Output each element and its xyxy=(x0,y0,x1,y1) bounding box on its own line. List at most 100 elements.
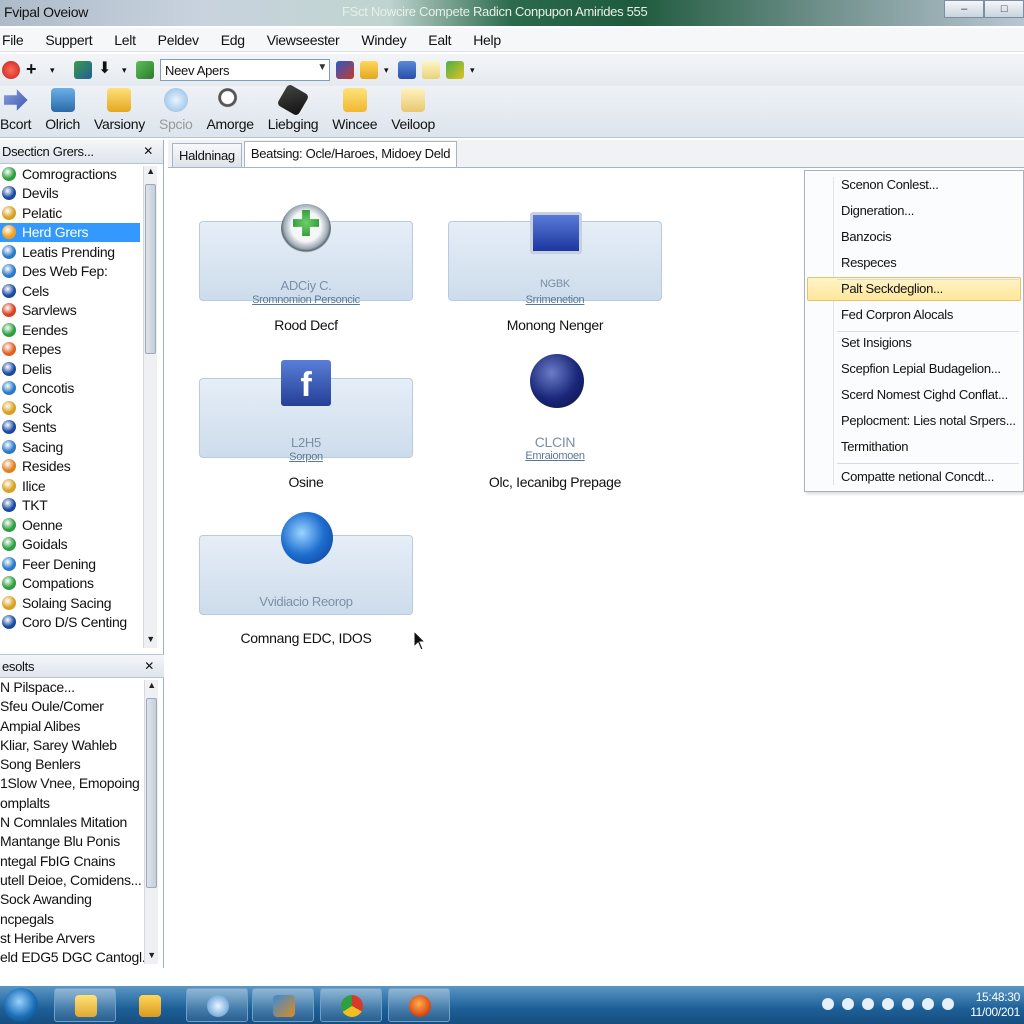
list-item[interactable]: ncpegals xyxy=(0,910,164,929)
taskbar-app[interactable] xyxy=(252,988,314,1022)
scroll-thumb[interactable] xyxy=(146,698,157,888)
list-item[interactable]: Kliar, Sarey Wahleb xyxy=(0,736,164,755)
list-item[interactable]: st Heribe Arvers xyxy=(0,929,164,948)
users-icon[interactable] xyxy=(136,61,154,79)
tray-icon[interactable] xyxy=(922,998,934,1010)
list-item[interactable]: eld EDG5 DGC Cantogl. xyxy=(0,948,164,966)
context-menu-item[interactable]: Banzocis xyxy=(841,229,892,244)
tray-icon[interactable] xyxy=(862,998,874,1010)
tray-icon[interactable] xyxy=(822,998,834,1010)
location-combo[interactable]: Neev Apers ▼ xyxy=(160,59,330,81)
stop-icon[interactable] xyxy=(2,61,20,79)
tree-item[interactable]: Pelatic xyxy=(0,203,163,223)
tray-icon[interactable] xyxy=(882,998,894,1010)
list-item[interactable]: Ampial Alibes xyxy=(0,717,164,736)
tree-item[interactable]: Sock xyxy=(0,398,163,418)
tree-item[interactable]: Coro D/S Centing xyxy=(0,613,163,633)
list-item[interactable]: omplalts xyxy=(0,794,164,813)
context-menu-item[interactable]: Set Insigions xyxy=(841,335,912,350)
menu-file[interactable]: File xyxy=(2,28,24,51)
taskbar-firefox[interactable] xyxy=(388,988,450,1022)
tree-scrollbar[interactable]: ▲ ▼ xyxy=(143,166,157,648)
context-menu-item[interactable]: Compatte netional Concdt... xyxy=(841,469,994,484)
context-menu-item[interactable]: Peplocment: Lies notal Srpers... xyxy=(841,413,1016,428)
scroll-thumb[interactable] xyxy=(145,184,156,354)
list-item[interactable]: N Pilspace... xyxy=(0,678,164,697)
folder-icon[interactable] xyxy=(360,61,378,79)
context-menu-item[interactable]: Digneration... xyxy=(841,203,914,218)
tree-item[interactable]: Feer Dening xyxy=(0,554,163,574)
tool-veiloop[interactable]: Veiloop xyxy=(391,88,435,132)
menu-help[interactable]: Help xyxy=(473,28,501,51)
tree-item[interactable]: Ilice xyxy=(0,476,163,496)
tool-spcio[interactable]: Spcio xyxy=(159,88,193,132)
scroll-up-icon[interactable]: ▲ xyxy=(145,680,158,694)
tree-item[interactable]: Solaing Sacing xyxy=(0,593,163,613)
tree-item[interactable]: Comrogractions xyxy=(0,164,163,184)
tool-report[interactable]: Bcort xyxy=(0,88,31,132)
menu-support[interactable]: Suppert xyxy=(45,28,92,51)
list-item[interactable]: Sock Awanding xyxy=(0,890,164,909)
network-icon[interactable] xyxy=(74,61,92,79)
scroll-down-icon[interactable]: ▼ xyxy=(145,950,158,964)
maximize-button[interactable]: □ xyxy=(984,0,1024,18)
context-menu-item[interactable]: Scerd Nomest Cighd Conflat... xyxy=(841,387,1008,402)
tree-item[interactable]: Des Web Fep: xyxy=(0,262,163,282)
context-menu-item[interactable]: Fed Corpron Alocals xyxy=(841,307,953,322)
notes-icon[interactable] xyxy=(422,61,440,79)
tree-item[interactable]: Herd Grers xyxy=(0,222,140,242)
tab-haldninag[interactable]: Haldninag xyxy=(172,143,242,167)
tree-item[interactable]: Oenne xyxy=(0,515,163,535)
scroll-up-icon[interactable]: ▲ xyxy=(144,166,157,180)
tool-varsiony[interactable]: Varsiony xyxy=(94,88,145,132)
dropdown-arrow-icon[interactable]: ▾ xyxy=(470,61,478,79)
menu-peldev[interactable]: Peldev xyxy=(158,28,199,51)
taskbar-search[interactable] xyxy=(186,988,248,1022)
taskbar-chrome[interactable] xyxy=(320,988,382,1022)
tree-item[interactable]: Sarvlews xyxy=(0,301,163,321)
tree-item[interactable]: Sacing xyxy=(0,437,163,457)
list-item[interactable]: utell Deioe, Comidens... xyxy=(0,871,164,890)
shield-icon[interactable] xyxy=(336,61,354,79)
list-item[interactable]: 1Slow Vnee, Emopoing xyxy=(0,774,164,793)
tree-item[interactable]: Compations xyxy=(0,574,163,594)
menu-ealt[interactable]: Ealt xyxy=(428,28,451,51)
dropdown-arrow-icon[interactable]: ▾ xyxy=(50,61,68,79)
download-icon[interactable]: ⬇ xyxy=(98,61,116,79)
tree-item[interactable]: Devils xyxy=(0,184,163,204)
results-scrollbar[interactable]: ▲ ▼ xyxy=(144,680,158,964)
globe-icon[interactable] xyxy=(530,354,584,408)
scroll-down-icon[interactable]: ▼ xyxy=(144,634,157,648)
close-icon[interactable]: ✕ xyxy=(144,659,154,673)
tool-olrich[interactable]: Olrich xyxy=(45,88,80,132)
tree-item[interactable]: Resides xyxy=(0,457,163,477)
menu-edit[interactable]: Edg xyxy=(221,28,245,51)
menu-left[interactable]: Lelt xyxy=(114,28,136,51)
tree-item[interactable]: Delis xyxy=(0,359,163,379)
tray-icon[interactable] xyxy=(902,998,914,1010)
tree-item[interactable]: Cels xyxy=(0,281,163,301)
start-button[interactable] xyxy=(4,988,38,1022)
tree-item[interactable]: Repes xyxy=(0,340,163,360)
dropdown-arrow-icon[interactable]: ▾ xyxy=(122,61,130,79)
context-menu-item[interactable]: Termithation xyxy=(841,439,909,454)
close-icon[interactable]: ✕ xyxy=(143,144,153,158)
tree-item[interactable]: Sents xyxy=(0,418,163,438)
menu-window[interactable]: Windey xyxy=(361,28,406,51)
tree-item[interactable]: Leatis Prending xyxy=(0,242,163,262)
context-menu-item[interactable]: Scepfion Lepial Budagelion... xyxy=(841,361,1001,376)
clock[interactable]: 15:48:30 11/00/201 xyxy=(970,990,1020,1020)
menu-view[interactable]: Viewseester xyxy=(267,28,340,51)
tool-amorge[interactable]: Amorge xyxy=(207,88,254,132)
list-item[interactable]: Mantange Blu Ponis xyxy=(0,832,164,851)
tree-item[interactable]: Concotis xyxy=(0,379,163,399)
list-item[interactable]: Sfeu Oule/Comer xyxy=(0,697,164,716)
tray-icon[interactable] xyxy=(842,998,854,1010)
taskbar-explorer[interactable] xyxy=(54,988,116,1022)
tray-icon[interactable] xyxy=(942,998,954,1010)
tree-item[interactable]: Eendes xyxy=(0,320,163,340)
calendar-icon[interactable] xyxy=(398,61,416,79)
context-menu-item[interactable]: Respeces xyxy=(841,255,897,270)
list-item[interactable]: N Comnlales Mitation xyxy=(0,813,164,832)
plus-icon[interactable]: + xyxy=(26,60,44,79)
